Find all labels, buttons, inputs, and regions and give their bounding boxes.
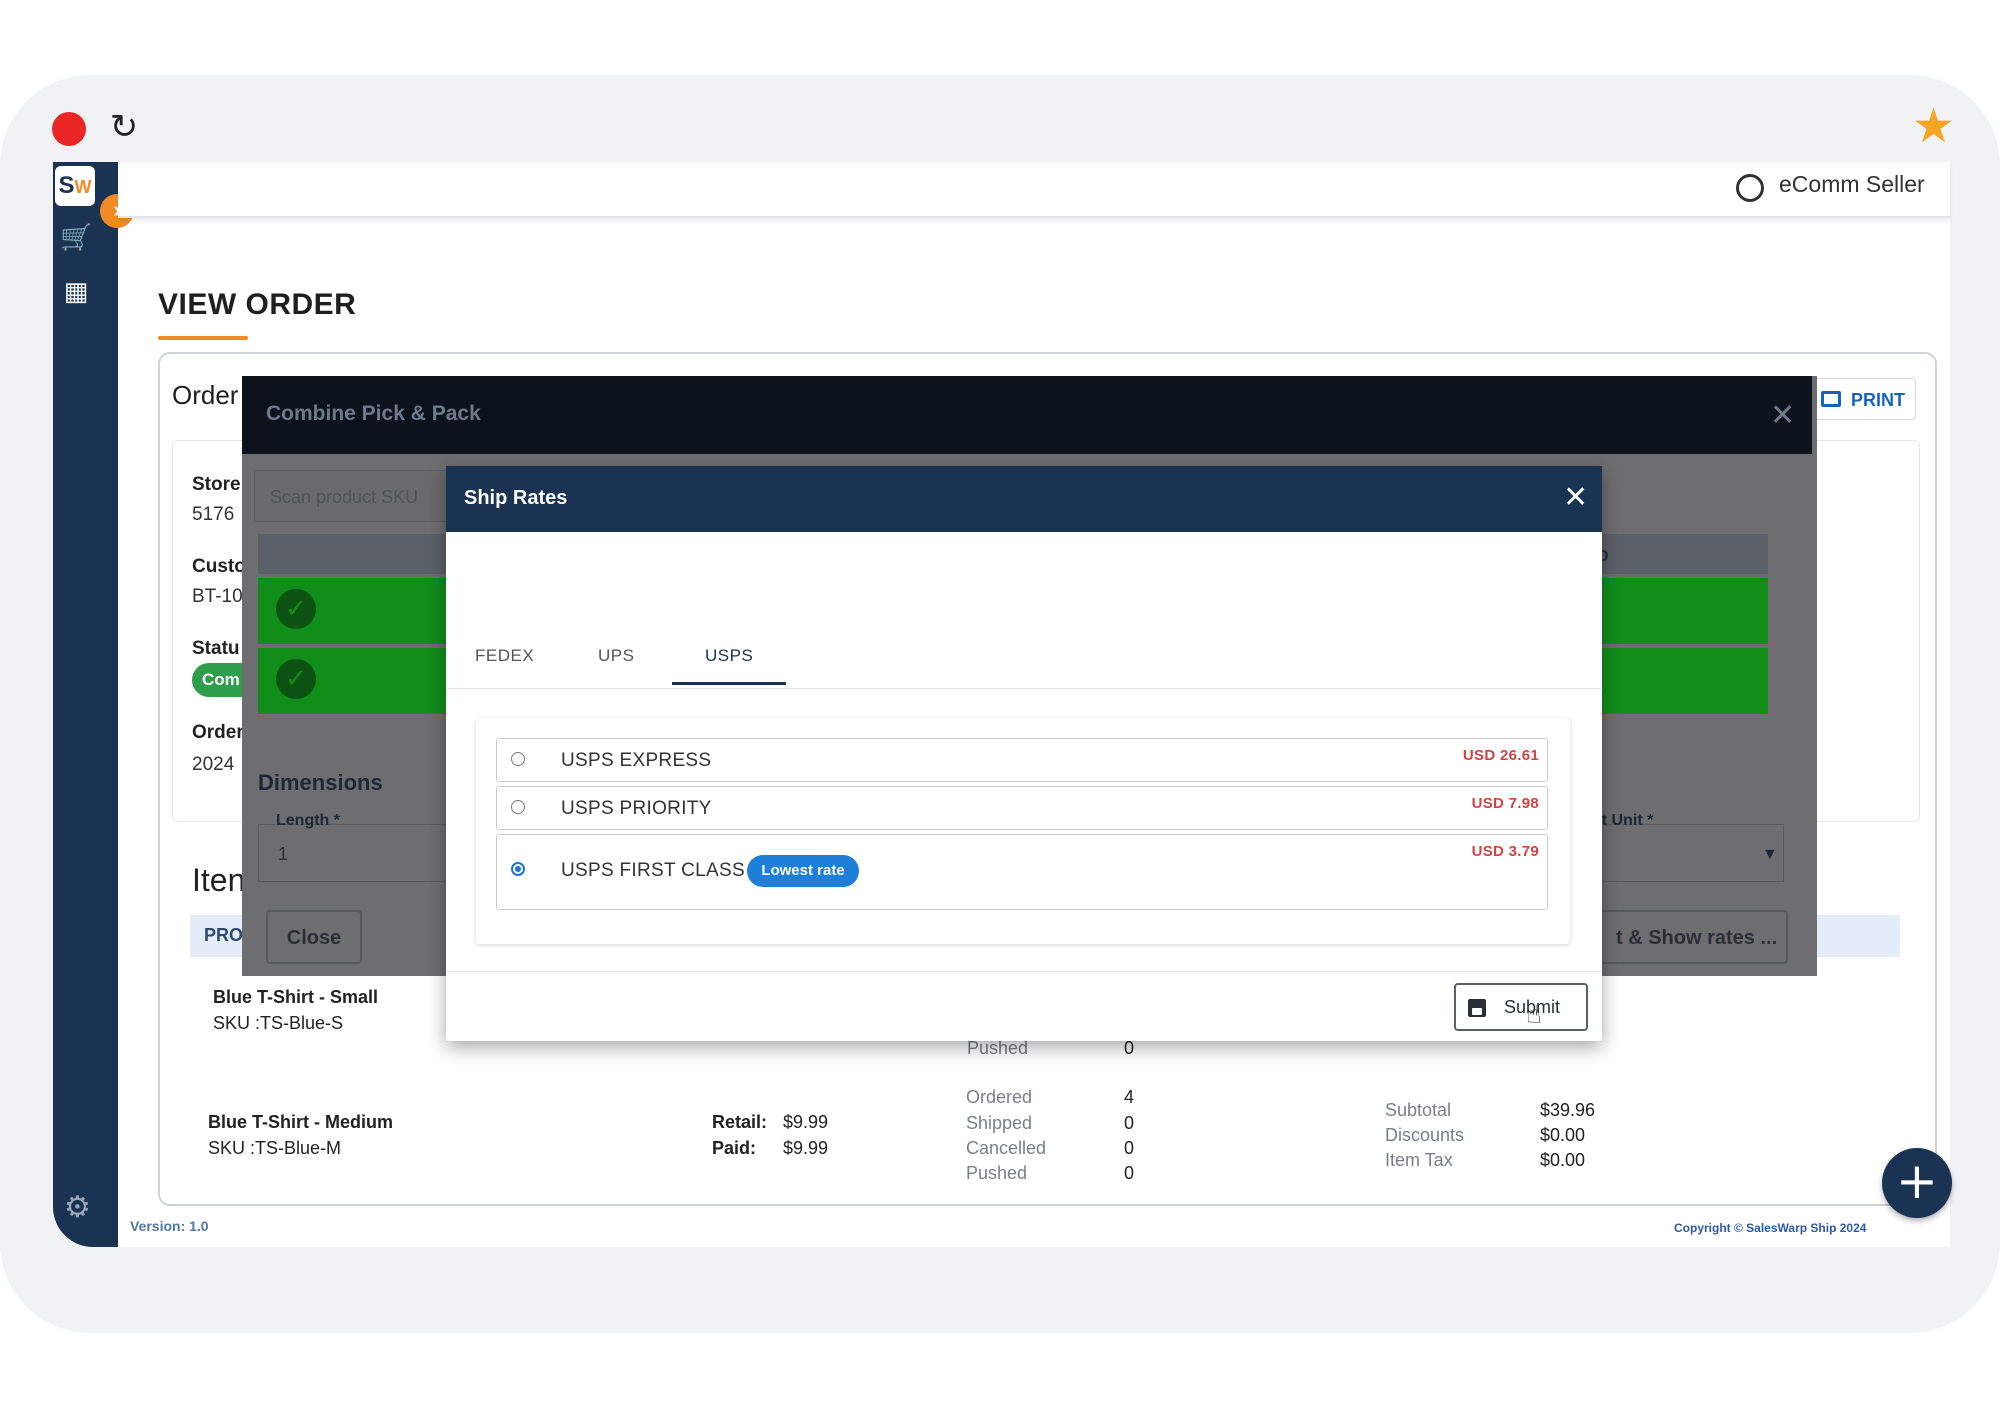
chevron-down-icon: ▼ xyxy=(1762,846,1778,863)
rate-price: USD 7.98 xyxy=(1471,795,1539,812)
length-label: Length * xyxy=(276,812,340,829)
retail-label: Retail: xyxy=(712,1112,768,1132)
rate-radio[interactable] xyxy=(511,800,525,814)
print-label: PRINT xyxy=(1851,390,1905,410)
user-name[interactable]: eComm Seller xyxy=(1779,171,1925,198)
discounts-value: $0.00 xyxy=(1540,1125,1586,1145)
top-bar xyxy=(118,162,1950,218)
reload-icon[interactable]: ↻ xyxy=(105,108,143,146)
hand-cursor-icon: ☝ xyxy=(1526,1000,1542,1030)
pushed-label: Pushed xyxy=(966,1163,1028,1183)
add-fab-button[interactable]: + xyxy=(1882,1148,1952,1218)
ship-rates-modal: Ship Rates ✕ FEDEX UPS USPS USPS EXPRESS… xyxy=(446,466,1602,1041)
rate-option-usps-express[interactable]: USPS EXPRESS USD 26.61 xyxy=(496,738,1548,782)
customer-value: BT-10 xyxy=(192,586,243,607)
item-tax-value: $0.00 xyxy=(1540,1150,1586,1170)
close-window-dot[interactable] xyxy=(52,112,86,146)
order-date-value: 2024 xyxy=(192,754,235,775)
modal-title: Combine Pick & Pack xyxy=(266,402,481,425)
modal-footer-divider xyxy=(446,971,1602,972)
rate-name: USPS FIRST CLASS xyxy=(561,860,745,881)
close-button[interactable]: Close xyxy=(266,910,362,964)
app-logo[interactable]: SW xyxy=(55,166,95,206)
copyright-text: Copyright © SalesWarp Ship 2024 xyxy=(1674,1221,1867,1235)
subtotal-value: $39.96 xyxy=(1540,1100,1596,1120)
order-section-label: Order xyxy=(172,380,239,410)
close-icon[interactable]: ✕ xyxy=(1563,480,1588,515)
logo-main: S xyxy=(58,172,75,199)
rate-name: USPS EXPRESS xyxy=(561,750,712,771)
version-text: Version: 1.0 xyxy=(130,1218,209,1234)
sidebar xyxy=(53,162,118,1247)
item-name: Blue T-Shirt - Small xyxy=(213,987,379,1007)
discounts-label: Discounts xyxy=(1385,1125,1465,1145)
order-date-label: Order xyxy=(192,722,244,743)
printer-icon xyxy=(1821,391,1841,407)
shipped-label: Shipped xyxy=(966,1113,1033,1133)
tab-ups[interactable]: UPS xyxy=(598,646,634,666)
user-account-icon[interactable] xyxy=(1736,174,1764,202)
check-icon: ✓ xyxy=(276,659,316,699)
retail-value: $9.99 xyxy=(783,1112,829,1132)
pushed-value: 0 xyxy=(1124,1038,1135,1058)
customer-label: Custo xyxy=(192,556,246,577)
ship-rates-header xyxy=(446,466,1602,532)
close-icon[interactable]: ✕ xyxy=(1770,398,1795,433)
print-button[interactable]: PRINT xyxy=(1810,378,1916,420)
cart-icon[interactable]: 🛒 xyxy=(60,222,92,254)
check-icon: ✓ xyxy=(276,589,316,629)
rate-price: USD 26.61 xyxy=(1462,747,1539,764)
length-value: 1 xyxy=(278,844,289,864)
rate-radio[interactable] xyxy=(511,752,525,766)
items-header-product: PRO xyxy=(204,925,244,945)
pushed-label: Pushed xyxy=(967,1038,1029,1058)
tab-usps[interactable]: USPS xyxy=(705,646,753,666)
rate-radio-selected[interactable] xyxy=(511,862,525,876)
ordered-label: Ordered xyxy=(966,1087,1033,1107)
page-title: VIEW ORDER xyxy=(158,288,357,321)
dimensions-title: Dimensions xyxy=(258,770,383,795)
pack-show-rates-button[interactable]: t & Show rates ... xyxy=(1592,910,1788,964)
active-tab-indicator xyxy=(672,682,786,685)
store-icon[interactable]: ▦ xyxy=(60,276,92,308)
scan-sku-placeholder: Scan product SKU xyxy=(270,487,419,507)
store-label: Store xyxy=(192,474,241,495)
weight-unit-select[interactable] xyxy=(1592,824,1784,882)
item-sku: SKU :TS-Blue-S xyxy=(213,1013,344,1033)
subtotal-label: Subtotal xyxy=(1385,1100,1452,1120)
item-tax-label: Item Tax xyxy=(1385,1150,1453,1170)
tab-fedex[interactable]: FEDEX xyxy=(475,646,534,666)
ordered-value: 4 xyxy=(1124,1087,1135,1107)
settings-gear-icon[interactable]: ⚙ xyxy=(64,1190,91,1225)
paid-value: $9.99 xyxy=(783,1138,829,1158)
lowest-rate-badge: Lowest rate xyxy=(747,855,859,887)
store-value: 5176 xyxy=(192,504,235,525)
items-section-title: Iten xyxy=(192,862,246,898)
rate-option-usps-priority[interactable]: USPS PRIORITY USD 7.98 xyxy=(496,786,1548,830)
ship-rates-title: Ship Rates xyxy=(464,487,568,509)
logo-accent: W xyxy=(74,177,92,197)
cancelled-value: 0 xyxy=(1124,1138,1135,1158)
rate-option-usps-first-class[interactable]: USPS FIRST CLASS Lowest rate USD 3.79 xyxy=(496,834,1548,910)
item-sku: SKU :TS-Blue-M xyxy=(208,1138,342,1158)
rate-price: USD 3.79 xyxy=(1471,843,1539,860)
pushed-value: 0 xyxy=(1124,1163,1135,1183)
star-icon[interactable]: ★ xyxy=(1912,102,1955,150)
item-name: Blue T-Shirt - Medium xyxy=(208,1112,394,1132)
paid-label: Paid: xyxy=(712,1138,757,1158)
status-label: Statu xyxy=(192,638,240,659)
shipped-value: 0 xyxy=(1124,1113,1135,1133)
title-underline xyxy=(158,336,248,340)
rate-name: USPS PRIORITY xyxy=(561,798,712,819)
cancelled-label: Cancelled xyxy=(966,1138,1047,1158)
save-icon xyxy=(1468,999,1486,1017)
